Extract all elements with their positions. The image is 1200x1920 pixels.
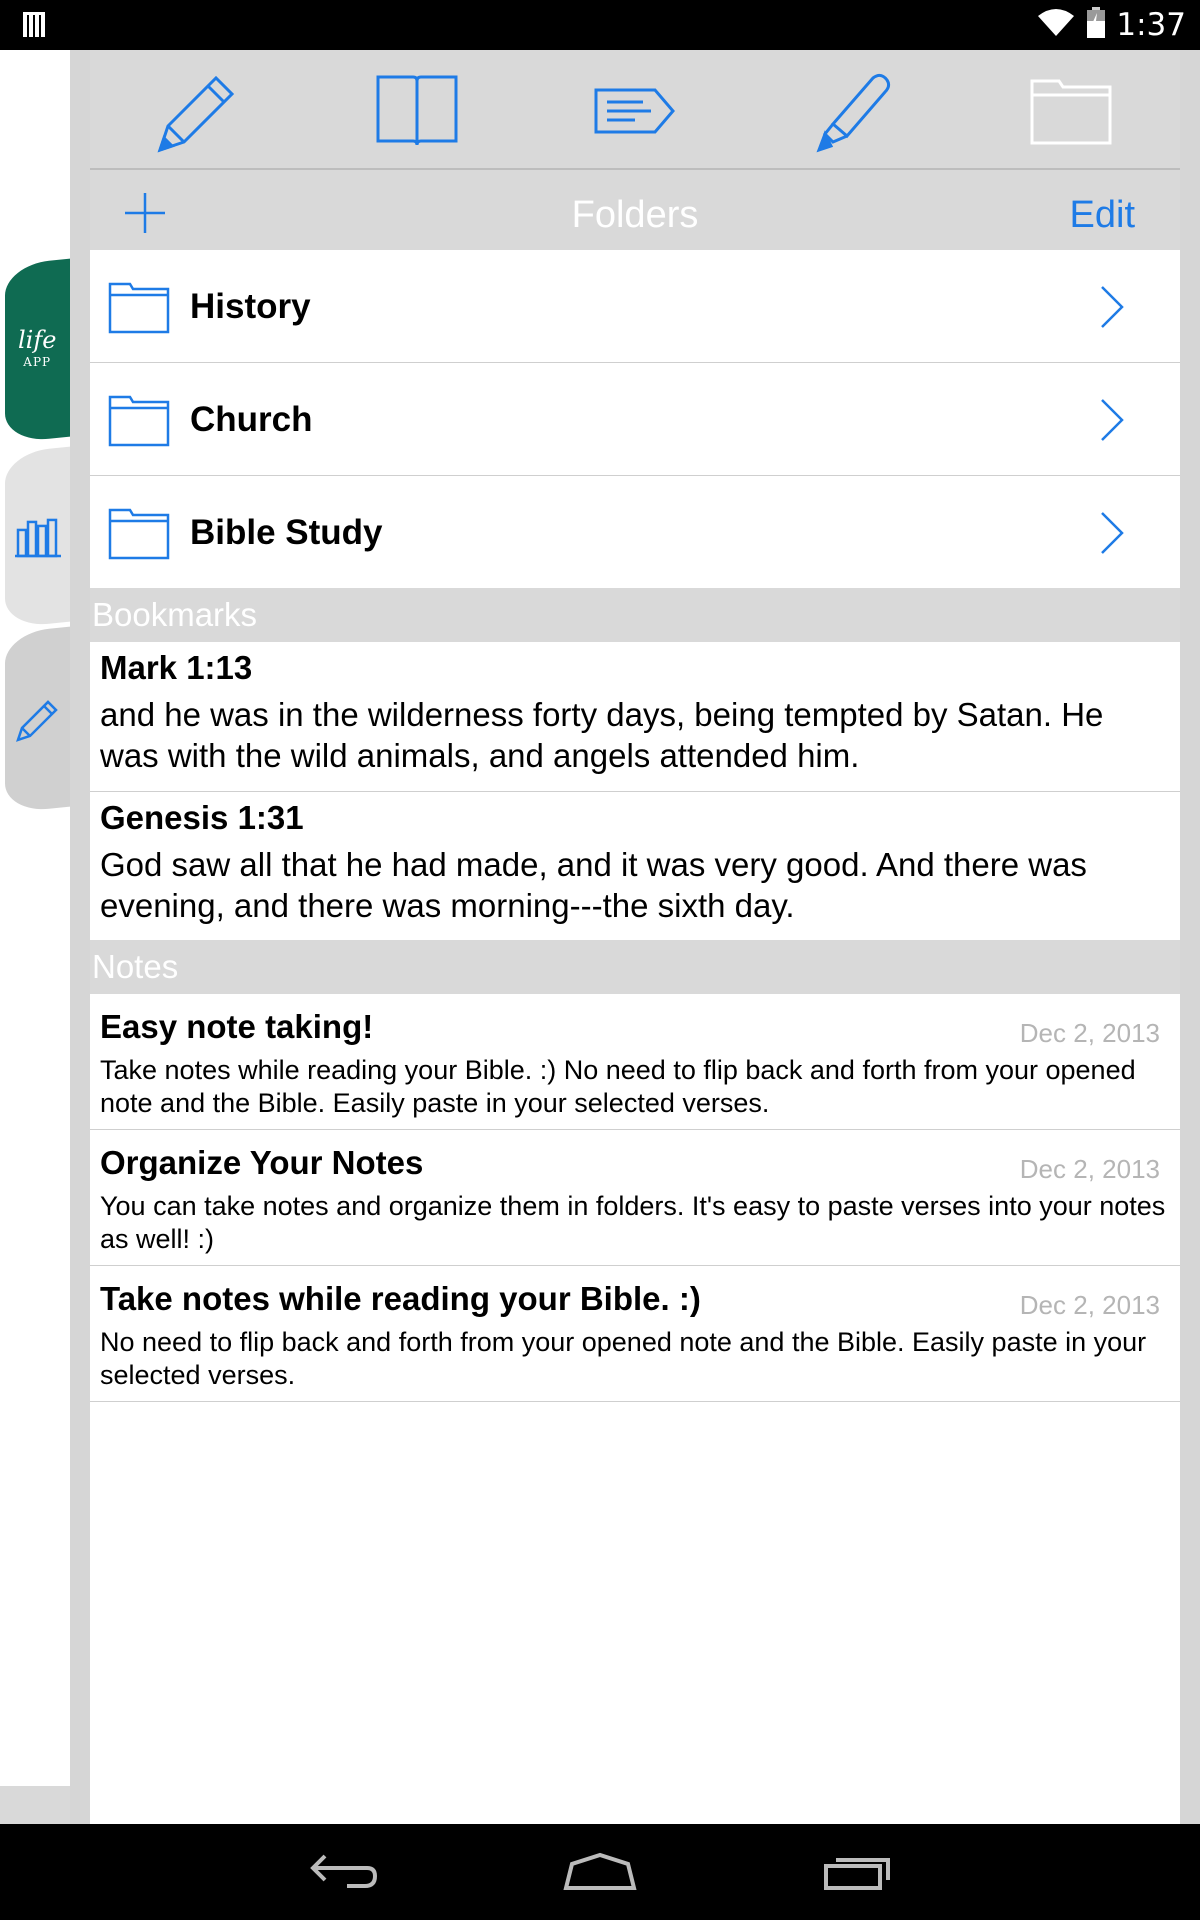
tool-notes-button[interactable] — [142, 66, 252, 156]
logo-sub: APP — [23, 355, 52, 369]
folder-list: History Church Bible Study — [90, 250, 1180, 589]
tool-highlights-button[interactable] — [798, 66, 908, 156]
life-app-logo: life APP — [18, 326, 57, 373]
note-date: Dec 2, 2013 — [1019, 1290, 1160, 1320]
note-title: Easy note taking! — [100, 1008, 374, 1045]
note-date: Dec 2, 2013 — [1019, 1154, 1160, 1184]
app-window: life APP Folders Edit History Church Bib… — [0, 50, 1200, 1824]
bookmark-item[interactable]: Mark 1:13 and he was in the wilderness f… — [90, 642, 1180, 792]
side-tab-life-app[interactable]: life APP — [5, 258, 70, 444]
panel-divider — [70, 50, 90, 1824]
note-title: Organize Your Notes — [100, 1144, 424, 1181]
bookmark-reference: Mark 1:13 — [100, 649, 253, 686]
tag-icon — [594, 88, 675, 134]
pencil-icon — [15, 700, 58, 742]
bookmarks-section-label: Bookmarks — [90, 588, 1180, 642]
toolbar — [90, 50, 1180, 170]
note-body: No need to flip back and forth from your… — [100, 1327, 1147, 1390]
folder-row-church[interactable]: Church — [90, 363, 1180, 476]
bookmark-reference: Genesis 1:31 — [100, 799, 304, 836]
note-date: Dec 2, 2013 — [1019, 1018, 1160, 1048]
panel-gutter — [1180, 50, 1200, 1824]
bookmark-item[interactable]: Genesis 1:31 God saw all that he had mad… — [90, 792, 1180, 940]
home-icon — [563, 1852, 637, 1890]
back-button[interactable] — [293, 1844, 393, 1900]
recents-button[interactable] — [808, 1844, 908, 1900]
note-title: Take notes while reading your Bible. :) — [100, 1280, 701, 1317]
side-rail-footer — [0, 1786, 70, 1824]
note-body: Take notes while reading your Bible. :) … — [100, 1055, 1136, 1118]
main-panel: Folders Edit History Church Bible Study … — [90, 50, 1180, 1824]
folder-icon — [1030, 79, 1112, 145]
folder-row-history[interactable]: History — [90, 250, 1180, 363]
folder-icon — [108, 282, 170, 334]
home-button[interactable] — [550, 1844, 650, 1900]
chevron-right-icon — [1101, 512, 1124, 554]
tool-bible-button[interactable] — [362, 66, 472, 156]
chevron-right-icon — [1101, 399, 1124, 441]
clock: 1:37 — [1116, 7, 1186, 43]
note-item[interactable]: Easy note taking! Dec 2, 2013 Take notes… — [90, 994, 1180, 1130]
folder-name: Church — [190, 400, 313, 439]
back-icon — [310, 1854, 378, 1888]
note-body: You can take notes and organize them in … — [100, 1191, 1166, 1254]
side-tab-library[interactable] — [5, 446, 70, 629]
bookmark-text: God saw all that he had made, and it was… — [100, 846, 1087, 924]
library-icon — [14, 518, 61, 557]
status-bar: 1:37 — [0, 0, 1200, 50]
folder-name: History — [190, 287, 311, 326]
chevron-right-icon — [1101, 286, 1124, 328]
logo-text: life — [18, 326, 57, 354]
notes-section-label: Notes — [90, 940, 1180, 994]
folders-header: Folders Edit — [90, 170, 1180, 260]
tool-folders-button[interactable] — [1016, 66, 1126, 156]
side-tab-notes[interactable] — [5, 626, 70, 814]
book-icon — [376, 75, 458, 146]
highlighter-icon — [816, 73, 891, 153]
tool-tags-button[interactable] — [580, 66, 690, 156]
folder-row-bible-study[interactable]: Bible Study — [90, 476, 1180, 589]
pencil-icon — [157, 75, 235, 153]
note-list: Easy note taking! Dec 2, 2013 Take notes… — [90, 994, 1180, 1402]
notification-icon — [22, 11, 48, 44]
note-item[interactable]: Take notes while reading your Bible. :) … — [90, 1266, 1180, 1402]
folder-name: Bible Study — [190, 513, 383, 552]
bookmark-list: Mark 1:13 and he was in the wilderness f… — [90, 642, 1180, 940]
page-title: Folders — [571, 194, 699, 236]
wifi-icon — [1036, 8, 1076, 43]
note-item[interactable]: Organize Your Notes Dec 2, 2013 You can … — [90, 1130, 1180, 1266]
bookmark-text: and he was in the wilderness forty days,… — [100, 696, 1104, 774]
folder-icon — [108, 395, 170, 447]
system-nav-bar — [0, 1824, 1200, 1920]
battery-icon — [1086, 6, 1106, 44]
folder-icon — [108, 508, 170, 560]
recents-icon — [824, 1858, 890, 1890]
edit-button[interactable]: Edit — [1070, 170, 1135, 260]
